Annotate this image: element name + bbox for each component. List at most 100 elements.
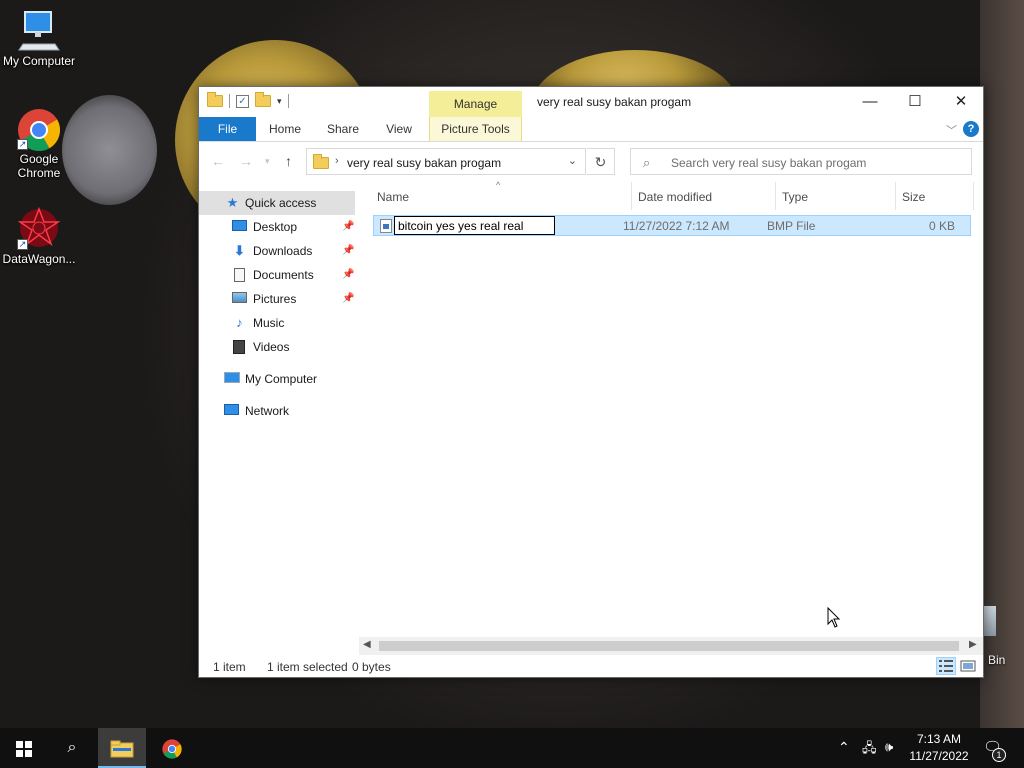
taskbar-chrome[interactable]	[148, 728, 196, 768]
chrome-icon: ↗	[15, 106, 63, 152]
recycle-bin-label[interactable]: Bin	[988, 653, 1005, 667]
column-divider[interactable]	[775, 182, 776, 210]
shortcut-arrow-icon: ↗	[17, 139, 28, 150]
chrome-icon	[162, 739, 182, 759]
file-size: 0 KB	[929, 219, 956, 233]
windows-logo-icon	[16, 740, 32, 757]
file-list: ^ Name Date modified Type Size 11/27/202…	[359, 180, 983, 637]
desktop-icon-google-chrome[interactable]: ↗ Google Chrome	[1, 106, 77, 180]
sidebar-item-label: Pictures	[253, 292, 297, 306]
start-button[interactable]	[0, 728, 48, 768]
status-item-count: 1 item	[213, 660, 246, 674]
sidebar-item-label: Music	[253, 316, 285, 330]
properties-icon[interactable]: ✓	[236, 94, 249, 108]
tab-picture-tools[interactable]: Picture Tools	[429, 117, 522, 141]
sidebar-item-label: My Computer	[245, 372, 318, 386]
close-button[interactable]: ✕	[938, 87, 984, 117]
sidebar-item-documents[interactable]: Documents 📌	[199, 263, 355, 287]
divider	[287, 94, 289, 108]
sidebar-item-music[interactable]: ♪ Music	[199, 311, 355, 335]
new-folder-icon[interactable]	[255, 92, 271, 107]
sidebar-item-videos[interactable]: Videos	[199, 335, 355, 359]
column-divider[interactable]	[973, 182, 974, 210]
sidebar-item-desktop[interactable]: Desktop 📌	[199, 215, 355, 239]
horizontal-scrollbar[interactable]: ◀ ▶	[359, 637, 983, 655]
breadcrumb[interactable]: very real susy bakan progam	[347, 156, 501, 170]
tab-manage[interactable]: Manage	[429, 91, 522, 117]
taskbar: ⌕ ⌃ 🖧 🕪 7:13 AM 11/27/2022 🗨 1	[0, 728, 1024, 768]
tab-view[interactable]: View	[375, 117, 423, 141]
expand-ribbon-chevron-icon[interactable]: ﹀	[946, 122, 957, 138]
up-arrow-icon[interactable]: ↑	[285, 153, 292, 169]
tab-share[interactable]: Share	[319, 117, 367, 141]
search-placeholder: Search very real susy bakan progam	[671, 156, 867, 170]
large-icons-view-icon[interactable]	[958, 657, 978, 675]
customize-qat-icon[interactable]: ▾	[277, 96, 282, 107]
monitor-icon	[15, 8, 63, 52]
show-hidden-icons-chevron-icon[interactable]: ⌃	[838, 739, 850, 756]
taskbar-file-explorer[interactable]	[98, 728, 146, 768]
desktop-icon	[232, 220, 247, 234]
pin-icon: 📌	[342, 245, 355, 256]
sidebar-item-quick-access[interactable]: ★ Quick access	[199, 191, 355, 215]
network-tray-icon[interactable]: 🖧	[862, 739, 877, 761]
sidebar-item-my-computer[interactable]: My Computer	[199, 367, 355, 391]
column-header-date-modified[interactable]: Date modified	[638, 190, 712, 204]
column-divider[interactable]	[631, 182, 632, 210]
status-bar: 1 item 1 item selected 0 bytes	[199, 655, 983, 677]
clock-date[interactable]: 11/27/2022	[908, 749, 970, 763]
search-input[interactable]: ⌕ Search very real susy bakan progam	[630, 148, 972, 175]
maximize-button[interactable]: ☐	[892, 87, 938, 117]
desktop-icon-datawagon[interactable]: ↗ DataWagon...	[1, 206, 77, 266]
recent-locations-chevron-icon[interactable]: ▾	[265, 156, 270, 167]
details-view-icon[interactable]	[936, 657, 956, 675]
back-arrow-icon[interactable]: ←	[211, 153, 225, 169]
desktop-icon-label: Google Chrome	[17, 152, 61, 180]
folder-icon	[207, 92, 223, 107]
sidebar-item-label: Documents	[253, 268, 314, 282]
breadcrumb-separator-icon[interactable]: ›	[335, 155, 339, 167]
file-explorer-window: ✓ ▾ Manage very real susy bakan progam —…	[198, 86, 984, 678]
sidebar-item-label: Desktop	[253, 220, 298, 234]
navigation-pane: ★ Quick access Desktop 📌 ⬇ Downloads 📌 D…	[199, 182, 359, 637]
download-icon: ⬇	[234, 243, 245, 258]
document-icon	[232, 268, 247, 282]
music-icon: ♪	[236, 315, 243, 330]
network-icon	[224, 404, 239, 418]
forward-arrow-icon[interactable]: →	[239, 153, 253, 169]
desktop-icon-my-computer[interactable]: My Computer	[1, 8, 77, 68]
address-bar-row: ← → ▾ ↑ › very real susy bakan progam ⌄ …	[199, 142, 983, 182]
search-button[interactable]: ⌕	[48, 728, 96, 768]
scroll-right-icon[interactable]: ▶	[969, 639, 977, 650]
address-field[interactable]: › very real susy bakan progam ⌄	[306, 148, 586, 175]
search-icon: ⌕	[643, 155, 651, 170]
sidebar-item-downloads[interactable]: ⬇ Downloads 📌	[199, 239, 355, 263]
refresh-button[interactable]: ↻	[587, 148, 615, 175]
help-icon[interactable]: ?	[963, 121, 979, 137]
volume-icon[interactable]: 🕪	[885, 739, 893, 755]
video-icon	[232, 340, 247, 354]
tab-home[interactable]: Home	[261, 117, 309, 141]
divider	[229, 94, 230, 108]
sidebar-item-network[interactable]: Network	[199, 399, 355, 423]
column-header-size[interactable]: Size	[902, 190, 925, 204]
pin-icon: 📌	[342, 269, 355, 280]
quick-access-toolbar: ✓ ▾	[207, 92, 289, 108]
scroll-left-icon[interactable]: ◀	[363, 639, 371, 650]
clock-time[interactable]: 7:13 AM	[908, 732, 970, 746]
rename-field[interactable]	[394, 216, 555, 235]
sidebar-item-pictures[interactable]: Pictures 📌	[199, 287, 355, 311]
address-dropdown-icon[interactable]: ⌄	[568, 154, 577, 167]
table-row[interactable]: 11/27/2022 7:12 AM BMP File 0 KB	[373, 215, 971, 236]
tab-file[interactable]: File	[199, 117, 256, 141]
scrollbar-thumb[interactable]	[379, 641, 959, 651]
column-header-name[interactable]: Name	[377, 190, 409, 204]
status-size: 0 bytes	[352, 660, 391, 674]
column-divider[interactable]	[895, 182, 896, 210]
search-icon: ⌕	[67, 739, 77, 756]
recycle-bin-icon[interactable]	[984, 606, 996, 636]
sidebar-item-label: Downloads	[253, 244, 313, 258]
column-header-type[interactable]: Type	[782, 190, 808, 204]
bmp-file-icon	[380, 219, 392, 233]
minimize-button[interactable]: —	[847, 87, 893, 117]
